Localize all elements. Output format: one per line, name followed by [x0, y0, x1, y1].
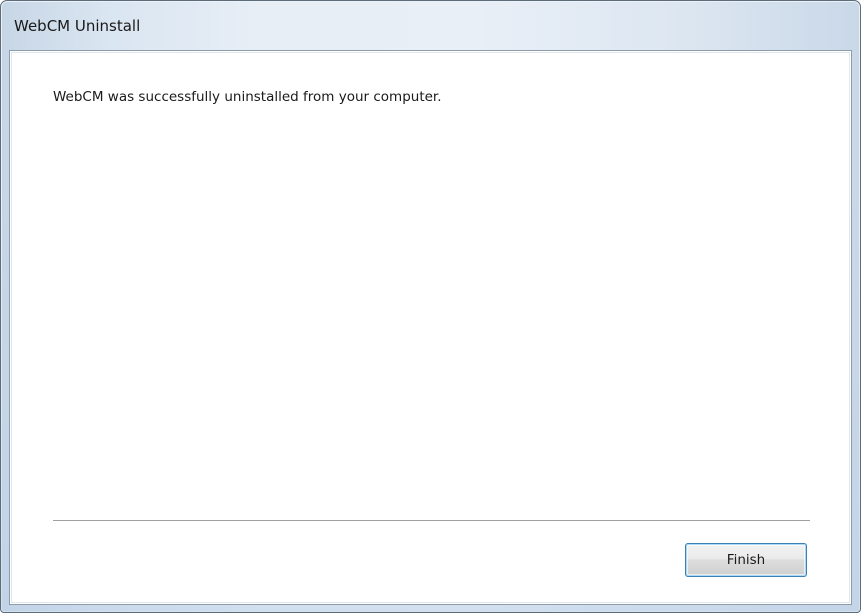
dialog-content-panel: WebCM was successfully uninstalled from … — [11, 52, 850, 603]
title-bar[interactable]: WebCM Uninstall — [1, 1, 860, 57]
footer-divider — [53, 520, 810, 522]
window-title: WebCM Uninstall — [14, 17, 141, 35]
uninstall-window: WebCM Uninstall WebCM was successfully u… — [0, 0, 861, 613]
finish-button[interactable]: Finish — [685, 543, 807, 577]
uninstall-success-message: WebCM was successfully uninstalled from … — [53, 89, 442, 105]
dialog-client-area: WebCM was successfully uninstalled from … — [9, 50, 852, 605]
